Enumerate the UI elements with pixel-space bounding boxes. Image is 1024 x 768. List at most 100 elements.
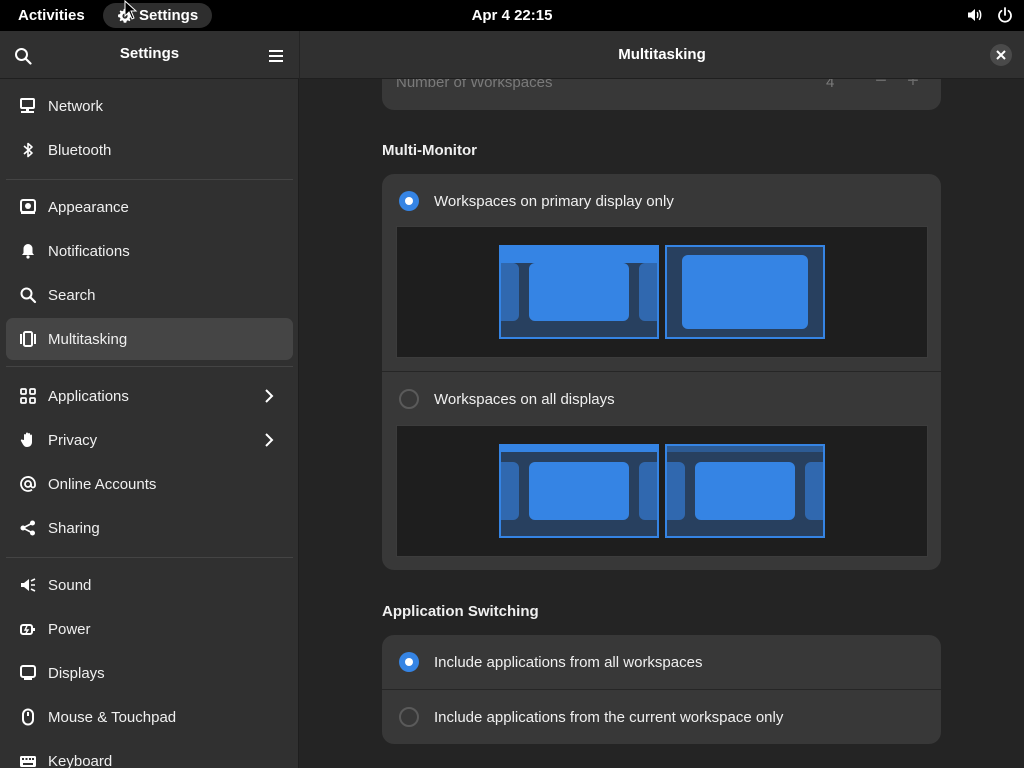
option-label: Workspaces on primary display only (434, 192, 674, 210)
sidebar-search-button[interactable] (10, 43, 36, 69)
volume-icon[interactable] (966, 6, 984, 24)
search-icon (19, 286, 37, 304)
all-displays-option[interactable]: Workspaces on all displays (382, 372, 941, 426)
sidebar-item-sound[interactable]: Sound (6, 564, 293, 606)
power-icon[interactable] (996, 6, 1014, 24)
sidebar-separator (6, 179, 293, 180)
window-preview (682, 255, 808, 329)
main-content: Number of Workspaces 4 − + Multi-Monitor… (300, 79, 1024, 768)
sidebar-separator (6, 557, 293, 558)
search-icon (15, 48, 32, 65)
chevron-right-icon (265, 389, 274, 403)
power-plug-icon (19, 620, 37, 638)
workspace-window-preview (529, 263, 629, 321)
sidebar-item-appearance[interactable]: Appearance (6, 186, 293, 228)
multi-monitor-card: Workspaces on primary display only Works… (382, 174, 941, 570)
workspaces-increase-button[interactable]: + (902, 79, 924, 93)
side-workspace-preview (639, 263, 657, 321)
top-bar: Activities Settings Apr 4 22:15 (0, 0, 1024, 31)
monitor-preview-secondary (665, 444, 825, 538)
radio-button-selected[interactable] (399, 191, 419, 211)
sidebar-item-label: Displays (48, 664, 105, 682)
chevron-right-icon (265, 433, 274, 447)
workspace-window-preview (529, 462, 629, 520)
sidebar-item-label: Mouse & Touchpad (48, 708, 177, 726)
workspace-top-bar (501, 247, 657, 263)
sidebar-item-label: Keyboard (48, 752, 113, 768)
sidebar-item-label: Notifications (48, 242, 130, 260)
hamburger-icon (269, 50, 283, 62)
display-icon (19, 664, 37, 682)
sidebar-item-label: Search (48, 286, 96, 304)
app-menu-button[interactable]: Settings (103, 3, 213, 28)
sidebar-separator (6, 366, 293, 367)
side-workspace-preview (501, 462, 519, 520)
monitor-preview-primary (499, 444, 659, 538)
sidebar-item-applications[interactable]: Applications (6, 375, 293, 417)
close-button[interactable] (990, 44, 1012, 66)
sidebar-item-label: Network (48, 97, 104, 115)
sidebar-item-keyboard[interactable]: Keyboard (6, 740, 293, 768)
clock[interactable]: Apr 4 22:15 (472, 7, 553, 24)
radio-button[interactable] (399, 389, 419, 409)
sidebar-item-label: Sound (48, 576, 92, 594)
speaker-icon (19, 576, 37, 594)
sidebar-item-multitasking[interactable]: Multitasking (6, 318, 293, 360)
current-workspace-apps-option[interactable]: Include applications from the current wo… (382, 690, 941, 744)
bluetooth-icon (19, 141, 37, 159)
sidebar-item-notifications[interactable]: Notifications (6, 230, 293, 272)
keyboard-icon (19, 752, 37, 768)
option-label: Include applications from all workspaces (434, 653, 703, 671)
radio-button[interactable] (399, 707, 419, 727)
application-switching-heading: Application Switching (382, 603, 539, 620)
network-icon (19, 97, 37, 115)
sidebar-item-search[interactable]: Search (6, 274, 293, 316)
bell-icon (19, 242, 37, 260)
sidebar-item-label: Bluetooth (48, 141, 112, 159)
radio-button-selected[interactable] (399, 652, 419, 672)
primary-display-preview[interactable] (396, 226, 928, 358)
workspaces-count-value[interactable]: 4 (826, 79, 834, 91)
sidebar-item-online-accounts[interactable]: Online Accounts (6, 463, 293, 505)
main-header: Multitasking (300, 31, 1024, 79)
sidebar-item-network[interactable]: Network (6, 85, 293, 127)
close-icon (996, 50, 1006, 60)
sidebar-item-label: Power (48, 620, 91, 638)
system-tray[interactable] (966, 6, 1014, 24)
workspaces-decrease-button[interactable]: − (870, 79, 892, 93)
hand-icon (19, 431, 37, 449)
sidebar-item-label: Appearance (48, 198, 129, 216)
mouse-cursor-icon (124, 0, 138, 20)
main-menu-button[interactable] (263, 43, 289, 69)
sidebar-item-sharing[interactable]: Sharing (6, 507, 293, 549)
workspace-window-preview (695, 462, 795, 520)
option-label: Include applications from the current wo… (434, 708, 784, 726)
primary-display-only-option[interactable]: Workspaces on primary display only (382, 174, 941, 228)
sidebar-item-power[interactable]: Power (6, 608, 293, 650)
sidebar-item-mouse-touchpad[interactable]: Mouse & Touchpad (6, 696, 293, 738)
all-workspaces-apps-option[interactable]: Include applications from all workspaces (382, 635, 941, 689)
app-menu-label: Settings (139, 7, 199, 24)
side-workspace-preview (639, 462, 657, 520)
workspace-top-bar (501, 446, 657, 452)
sidebar-item-displays[interactable]: Displays (6, 652, 293, 694)
page-title: Multitasking (618, 46, 706, 63)
workspace-top-bar (667, 446, 823, 452)
side-workspace-preview (805, 462, 823, 520)
sidebar-header: Settings (0, 31, 299, 79)
apps-grid-icon (19, 387, 37, 405)
option-label: Workspaces on all displays (434, 390, 615, 408)
workspaces-card: Number of Workspaces 4 − + (382, 79, 941, 110)
activities-button[interactable]: Activities (8, 3, 95, 28)
sidebar-item-bluetooth[interactable]: Bluetooth (6, 129, 293, 171)
monitor-preview-primary (499, 245, 659, 339)
application-switching-card: Include applications from all workspaces… (382, 635, 941, 744)
sidebar: Settings Network Bluetooth Appearance No… (0, 31, 299, 768)
side-workspace-preview (501, 263, 519, 321)
all-displays-preview[interactable] (396, 425, 928, 557)
sidebar-item-label: Privacy (48, 431, 98, 449)
appearance-icon (19, 198, 37, 216)
multi-monitor-heading: Multi-Monitor (382, 142, 477, 159)
side-workspace-preview (667, 462, 685, 520)
sidebar-item-privacy[interactable]: Privacy (6, 419, 293, 461)
